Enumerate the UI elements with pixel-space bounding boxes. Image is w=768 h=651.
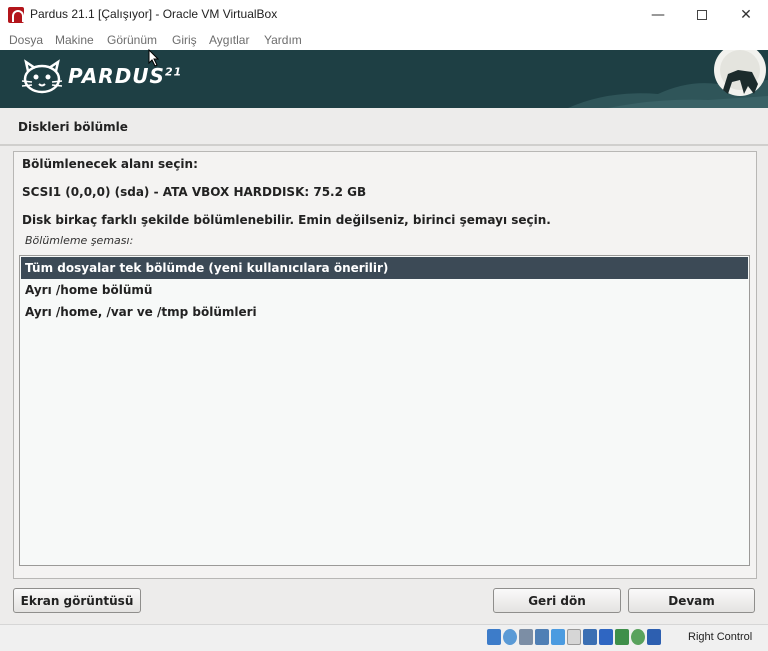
scheme-list-label: Bölümleme şeması: (25, 234, 134, 247)
disk-description: SCSI1 (0,0,0) (sda) - ATA VBOX HARDDISK:… (22, 185, 367, 199)
maximize-button[interactable] (680, 0, 724, 30)
virtualbox-vm-icon (8, 7, 24, 23)
menu-giris[interactable]: Giriş (172, 33, 197, 47)
close-button[interactable]: ✕ (724, 0, 768, 30)
banner-leopard-moon-decoration (568, 50, 768, 108)
maximize-icon (697, 10, 707, 20)
host-key-label: Right Control (688, 631, 753, 643)
optical-drive-icon[interactable] (503, 629, 517, 645)
partition-scheme-list[interactable]: Tüm dosyalar tek bölümde (yeni kullanıcı… (19, 255, 750, 566)
cpu-icon[interactable] (615, 629, 629, 645)
minimize-button[interactable]: — (636, 0, 680, 30)
network-icon[interactable] (535, 629, 549, 645)
display-icon[interactable] (583, 629, 597, 645)
scheme-option-all-in-one[interactable]: Tüm dosyalar tek bölümde (yeni kullanıcı… (21, 257, 748, 279)
menu-dosya[interactable]: Dosya (9, 33, 43, 47)
screenshot-button[interactable]: Ekran görüntüsü (13, 588, 141, 613)
mouse-integration-icon[interactable] (631, 629, 645, 645)
pardus-wordmark: PARDUS21 (68, 64, 182, 88)
menu-bar: Dosya Makine Görünüm Giriş Aygıtlar Yard… (0, 30, 768, 50)
version-number: 21 (164, 65, 183, 79)
shared-folders-icon[interactable] (567, 629, 581, 645)
menu-makine[interactable]: Makine (55, 33, 94, 47)
vm-status-bar: Right Control (0, 624, 768, 651)
mouse-pointer-icon (148, 49, 160, 67)
window-title-bar: Pardus 21.1 [Çalışıyor] - Oracle VM Virt… (0, 0, 768, 30)
menu-aygitlar[interactable]: Aygıtlar (209, 33, 249, 47)
back-button[interactable]: Geri dön (493, 588, 621, 613)
wordmark-text: PARDUS (68, 64, 165, 88)
usb-icon[interactable] (551, 629, 565, 645)
partition-panel: Bölümlenecek alanı seçin: SCSI1 (0,0,0) … (13, 151, 757, 579)
video-capture-icon[interactable] (599, 629, 613, 645)
window-title: Pardus 21.1 [Çalışıyor] - Oracle VM Virt… (30, 7, 278, 21)
device-indicator-icons (487, 629, 661, 645)
partition-hint: Disk birkaç farklı şekilde bölümlenebili… (22, 213, 551, 227)
menu-gorunum[interactable]: Görünüm (107, 33, 157, 47)
keyboard-icon[interactable] (647, 629, 661, 645)
select-area-label: Bölümlenecek alanı seçin: (22, 157, 198, 171)
hard-disk-icon[interactable] (487, 629, 501, 645)
scheme-option-separate-home[interactable]: Ayrı /home bölümü (21, 279, 748, 301)
installer-window: Diskleri bölümle Bölümlenecek alanı seçi… (0, 108, 768, 624)
title-divider (0, 144, 768, 146)
page-title: Diskleri bölümle (18, 120, 128, 134)
pardus-cat-logo-icon (21, 59, 63, 94)
menu-yardim[interactable]: Yardım (264, 33, 302, 47)
pardus-banner: PARDUS21 (0, 50, 768, 108)
continue-button[interactable]: Devam (628, 588, 755, 613)
scheme-option-separate-home-var-tmp[interactable]: Ayrı /home, /var ve /tmp bölümleri (21, 301, 748, 323)
audio-icon[interactable] (519, 629, 533, 645)
